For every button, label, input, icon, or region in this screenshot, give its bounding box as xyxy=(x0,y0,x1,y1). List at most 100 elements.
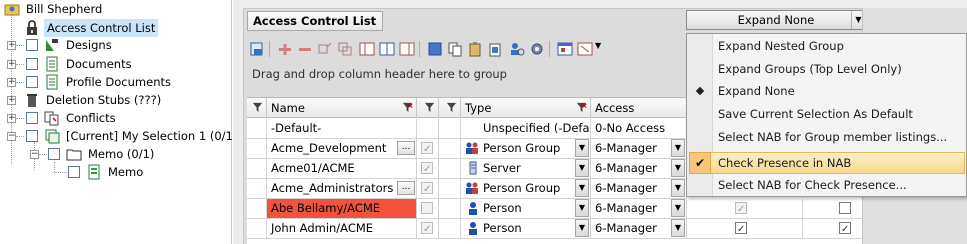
entry-checkbox[interactable] xyxy=(421,220,433,238)
tree-checkbox[interactable] xyxy=(26,76,38,88)
tree-checkbox[interactable] xyxy=(26,130,38,142)
cell-access[interactable]: 6-Manager ▼ xyxy=(591,159,687,179)
remove-entry-icon[interactable] xyxy=(297,41,313,57)
cell-type[interactable]: Person Group ▼ xyxy=(461,139,591,159)
cell-name[interactable]: Acme_Development ... xyxy=(267,139,417,159)
expand-dropdown-button[interactable]: Expand None ▼ xyxy=(686,10,866,30)
select-all-icon[interactable] xyxy=(427,41,443,57)
chevron-down-icon[interactable]: ▼ xyxy=(671,179,685,197)
menu-item-save-selection-default[interactable]: Save Current Selection As Default xyxy=(718,103,913,125)
tree-checkbox[interactable] xyxy=(48,148,60,160)
tree-checkbox[interactable] xyxy=(26,39,38,51)
split-columns-icon[interactable] xyxy=(379,41,395,57)
cell-name[interactable]: Acme_Administrators ... xyxy=(267,179,417,199)
merge-columns-icon[interactable] xyxy=(399,41,415,57)
row-selector[interactable] xyxy=(247,199,267,219)
chevron-down-icon[interactable]: ▼ xyxy=(671,219,685,237)
cell-type[interactable]: Server ▼ xyxy=(461,159,591,179)
window-icon[interactable] xyxy=(557,41,573,57)
tree-item-label: [Current] My Selection 1 (0/1) xyxy=(66,129,238,143)
chevron-down-icon[interactable]: ▼ xyxy=(575,199,589,217)
cell-access[interactable]: 6-Manager ▼ xyxy=(591,199,687,219)
cell-type[interactable]: Person ▼ xyxy=(461,219,591,239)
entry-checkbox[interactable] xyxy=(839,202,851,214)
entry-checkbox[interactable] xyxy=(421,202,433,214)
filter-icon[interactable] xyxy=(402,102,413,113)
tree-item-label: Documents xyxy=(66,57,132,71)
menu-item-select-nab-group-listings[interactable]: Select NAB for Group member listings... xyxy=(718,126,947,148)
column-header-access[interactable]: Access xyxy=(591,98,687,118)
acl-properties-icon[interactable] xyxy=(249,41,265,57)
menu-item-check-presence-in-nab[interactable]: Check Presence in NAB xyxy=(718,152,851,174)
cell-type[interactable]: Person ▼ xyxy=(461,199,591,219)
chevron-down-icon[interactable]: ▼ xyxy=(671,159,685,177)
cell-name[interactable]: Abe Bellamy/ACME xyxy=(267,199,417,219)
chevron-down-icon[interactable]: ▼ xyxy=(575,159,589,177)
browse-button[interactable]: ... xyxy=(397,181,415,195)
menu-item-expand-none[interactable]: Expand None xyxy=(718,80,795,102)
rename-entry-icon[interactable] xyxy=(317,41,333,57)
tree-root-label: Bill Shepherd xyxy=(26,2,103,16)
entry-checkbox[interactable] xyxy=(735,200,747,218)
chevron-down-icon[interactable]: ▼ xyxy=(595,41,601,50)
copy-entry-icon[interactable] xyxy=(337,41,353,57)
cell-name[interactable]: -Default- xyxy=(267,119,417,139)
cell-type[interactable]: Unspecified (-Defa... xyxy=(461,119,591,139)
paste-special-icon[interactable] xyxy=(487,41,503,57)
expand-toggle[interactable]: + xyxy=(7,60,16,69)
column-header-label: Type xyxy=(465,101,492,115)
add-entry-icon[interactable] xyxy=(277,41,293,57)
entry-checkbox[interactable] xyxy=(839,220,851,238)
column-header-flag-2[interactable] xyxy=(439,98,461,118)
tree-checkbox[interactable] xyxy=(26,58,38,70)
row-selector[interactable] xyxy=(247,159,267,179)
collapse-toggle[interactable]: − xyxy=(30,150,39,159)
expand-toggle[interactable]: + xyxy=(7,96,16,105)
copy-icon[interactable] xyxy=(447,41,463,57)
chevron-down-icon[interactable]: ▼ xyxy=(671,199,685,217)
gear-icon[interactable] xyxy=(529,41,545,57)
cell-access[interactable]: 6-Manager ▼ xyxy=(591,179,687,199)
chevron-down-icon[interactable]: ▼ xyxy=(575,139,589,157)
expand-toggle[interactable]: + xyxy=(7,41,16,50)
tree-checkbox[interactable] xyxy=(26,112,38,124)
column-header-flag[interactable] xyxy=(417,98,439,118)
cell-name[interactable]: John Admin/ACME xyxy=(267,219,417,239)
chevron-down-icon[interactable]: ▼ xyxy=(671,139,685,157)
menu-item-select-nab-check-presence[interactable]: Select NAB for Check Presence... xyxy=(718,174,907,196)
tree-guide-line xyxy=(54,162,55,172)
entry-checkbox[interactable] xyxy=(735,220,747,238)
cell-access[interactable]: 0-No Access xyxy=(591,119,687,139)
tree-checkbox[interactable] xyxy=(68,166,80,178)
menu-item-expand-nested-group[interactable]: Expand Nested Group xyxy=(718,35,844,57)
row-selector[interactable] xyxy=(247,219,267,239)
collapse-toggle[interactable]: − xyxy=(7,132,16,141)
expand-toggle[interactable]: + xyxy=(7,114,16,123)
column-header-label: Access xyxy=(595,101,635,115)
expand-toggle[interactable]: + xyxy=(7,78,16,87)
paste-icon[interactable] xyxy=(467,41,483,57)
toolbar-separator xyxy=(269,41,270,57)
column-header-type[interactable]: Type xyxy=(461,98,591,118)
grid-options-icon[interactable] xyxy=(577,41,593,57)
tree-item-label: Deletion Stubs (???) xyxy=(46,93,162,107)
row-selector[interactable] xyxy=(247,179,267,199)
user-search-icon[interactable] xyxy=(509,41,525,57)
filter-column-header[interactable] xyxy=(247,98,267,118)
entry-checkbox[interactable] xyxy=(421,140,433,158)
entry-checkbox[interactable] xyxy=(421,180,433,198)
entry-checkbox[interactable] xyxy=(421,160,433,178)
chevron-down-icon[interactable]: ▼ xyxy=(575,179,589,197)
layout-columns-icon[interactable] xyxy=(359,41,375,57)
filter-icon[interactable] xyxy=(576,102,587,113)
cell-name[interactable]: Acme01/ACME xyxy=(267,159,417,179)
cell-type[interactable]: Person Group ▼ xyxy=(461,179,591,199)
browse-button[interactable]: ... xyxy=(397,141,415,155)
chevron-down-icon[interactable]: ▼ xyxy=(575,219,589,237)
menu-item-expand-groups-top-level[interactable]: Expand Groups (Top Level Only) xyxy=(718,58,902,80)
row-selector[interactable] xyxy=(247,139,267,159)
cell-access[interactable]: 6-Manager ▼ xyxy=(591,219,687,239)
row-selector[interactable] xyxy=(247,119,267,139)
cell-access[interactable]: 6-Manager ▼ xyxy=(591,139,687,159)
column-header-name[interactable]: Name xyxy=(267,98,417,118)
